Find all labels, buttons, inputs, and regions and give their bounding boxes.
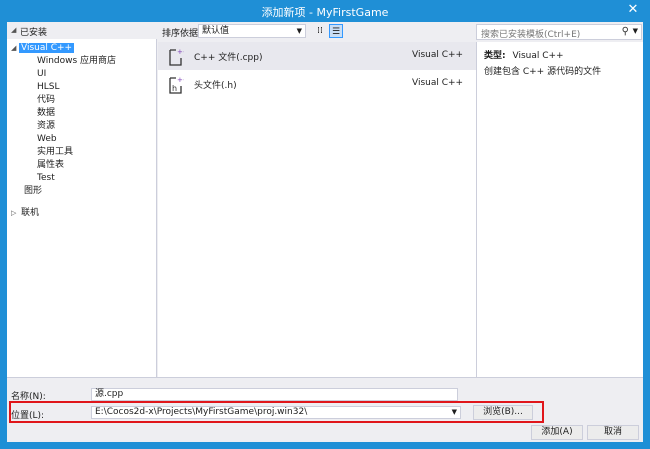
tree-item-label: Windows 应用商店 — [37, 56, 117, 66]
tree-item-hlsl[interactable]: HLSL — [35, 81, 62, 94]
tree-item-property-sheet[interactable]: 属性表 — [35, 159, 66, 172]
template-item-cpp[interactable]: ++ C++ 文件(.cpp) Visual C++ — [158, 42, 476, 70]
tree-item-label: 代码 — [37, 95, 56, 105]
tree-item-label: UI — [37, 69, 47, 79]
details-type: 类型: Visual C++ — [484, 48, 564, 61]
svg-text:++: ++ — [177, 48, 184, 56]
template-name: 头文件(.h) — [194, 81, 237, 91]
search-input[interactable]: 搜索已安装模板(Ctrl+E) ⚲ ▼ — [476, 24, 642, 40]
search-placeholder: 搜索已安装模板(Ctrl+E) — [481, 30, 581, 40]
tree-item-label: 属性表 — [37, 160, 65, 170]
tree-item-label: 实用工具 — [37, 147, 74, 157]
chevron-down-icon: ▼ — [296, 27, 302, 35]
expand-arrow-icon[interactable]: ◢ — [11, 26, 16, 34]
title-bar: 添加新项 - MyFirstGame ✕ — [0, 0, 650, 22]
installed-header[interactable]: ◢ 已安装 — [7, 22, 157, 39]
expand-arrow-icon[interactable]: ◢ — [11, 42, 16, 55]
close-button[interactable]: ✕ — [624, 2, 642, 18]
grid-view-icon[interactable]: ⁞⁞ — [313, 24, 327, 38]
tree-item-online[interactable]: ▷ 联机 — [11, 207, 41, 220]
list-view-icon[interactable]: ☰ — [329, 24, 343, 38]
svg-text:h: h — [172, 84, 177, 93]
bottom-form: 名称(N): 源.cpp 位置(L): E:\Cocos2d-x\Project… — [7, 377, 643, 442]
tree-item-graphics[interactable]: 图形 — [22, 185, 44, 198]
installed-label: 已安装 — [20, 28, 48, 38]
sort-label: 排序依据: — [162, 29, 202, 39]
tree-item-label: 数据 — [37, 108, 56, 118]
tree-item-label: HLSL — [37, 82, 60, 92]
location-field[interactable]: E:\Cocos2d-x\Projects\MyFirstGame\proj.w… — [91, 406, 461, 419]
svg-text:++: ++ — [177, 76, 184, 84]
tree-item-test[interactable]: Test — [35, 172, 57, 185]
tree-item-label: 图形 — [24, 186, 43, 196]
tree-item-label: 资源 — [37, 121, 56, 131]
tree-item-windows-store[interactable]: Windows 应用商店 — [35, 55, 118, 68]
cancel-button[interactable]: 取消 — [587, 425, 639, 440]
tree-item-code[interactable]: 代码 — [35, 94, 57, 107]
details-description: 创建包含 C++ 源代码的文件 — [484, 67, 602, 77]
location-value: E:\Cocos2d-x\Projects\MyFirstGame\proj.w… — [95, 407, 308, 417]
tree-item-label: Test — [37, 173, 55, 183]
add-button[interactable]: 添加(A) — [531, 425, 583, 440]
template-type: Visual C++ — [412, 78, 464, 88]
tree-item-label: Visual C++ — [19, 43, 75, 53]
tree-item-data[interactable]: 数据 — [35, 107, 57, 120]
location-label: 位置(L): — [11, 411, 45, 421]
template-item-header[interactable]: h ++ 头文件(.h) Visual C++ — [158, 70, 476, 98]
collapsed-arrow-icon[interactable]: ▷ — [11, 207, 16, 220]
dialog-window: 添加新项 - MyFirstGame ✕ ◢ 已安装 ◢ Visual C++ … — [0, 0, 650, 449]
sort-select[interactable]: 默认值 ▼ — [198, 24, 306, 38]
header-file-icon: h ++ — [169, 76, 184, 94]
chevron-down-icon[interactable]: ▼ — [452, 407, 457, 418]
cpp-file-icon: ++ — [169, 48, 184, 66]
tree-item-visual-cpp[interactable]: ◢ Visual C++ — [11, 42, 75, 55]
chevron-down-icon[interactable]: ▼ — [633, 27, 638, 35]
details-type-value: Visual C++ — [512, 51, 564, 61]
template-type: Visual C++ — [412, 50, 464, 60]
details-type-label: 类型: — [484, 51, 506, 61]
tree-item-web[interactable]: Web — [35, 133, 59, 146]
sort-toolbar: 排序依据: 默认值 ▼ ⁞⁞ ☰ — [158, 22, 476, 42]
name-field[interactable]: 源.cpp — [91, 388, 458, 401]
dialog-client: ◢ 已安装 ◢ Visual C++ Windows 应用商店 UI HLSL … — [7, 22, 643, 442]
template-name: C++ 文件(.cpp) — [194, 53, 263, 63]
search-icon[interactable]: ⚲ — [622, 26, 629, 37]
tree-item-resource[interactable]: 资源 — [35, 120, 57, 133]
tree-item-utility[interactable]: 实用工具 — [35, 146, 75, 159]
details-panel: 类型: Visual C++ 创建包含 C++ 源代码的文件 — [476, 42, 643, 377]
tree-item-label: 联机 — [21, 208, 40, 218]
tree-item-ui[interactable]: UI — [35, 68, 48, 81]
tree-item-label: Web — [37, 134, 57, 144]
browse-button[interactable]: 浏览(B)... — [473, 405, 533, 420]
sort-value: 默认值 — [202, 26, 230, 36]
template-list: ++ C++ 文件(.cpp) Visual C++ h ++ 头文件(.h) … — [158, 42, 476, 377]
dialog-title: 添加新项 - MyFirstGame — [261, 6, 389, 19]
